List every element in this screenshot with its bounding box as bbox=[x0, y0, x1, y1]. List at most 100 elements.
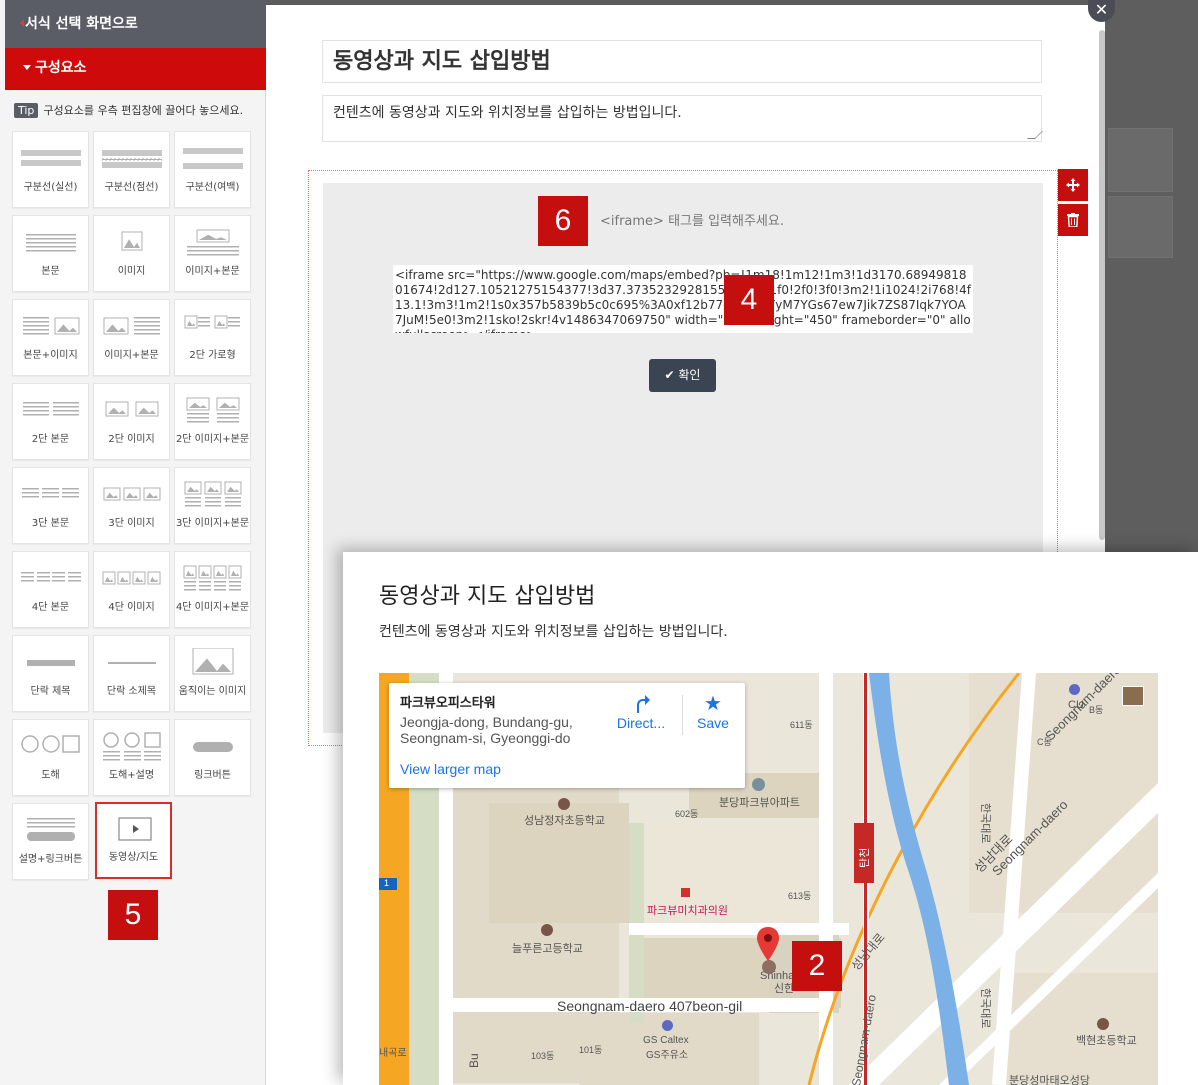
directions-button[interactable]: Direct... bbox=[613, 693, 669, 731]
address-line-1: Jeongja-dong, Bundang-gu, bbox=[400, 714, 573, 730]
map-label-gas1: GS Caltex bbox=[643, 1035, 689, 1046]
text-image-icon bbox=[23, 317, 80, 335]
delete-block-button[interactable] bbox=[1058, 204, 1088, 236]
confirm-label: 확인 bbox=[678, 368, 701, 382]
component-tile[interactable]: 4단 이미지+본문 bbox=[174, 551, 251, 628]
preview-description: 컨텐츠에 동영상과 지도와 위치정보를 삽입하는 방법입니다. bbox=[379, 624, 728, 640]
component-tile[interactable]: 구분선(여백) bbox=[174, 131, 251, 208]
trash-icon bbox=[1067, 213, 1079, 227]
component-tile[interactable]: 3단 이미지 bbox=[93, 467, 170, 544]
resize-grip-icon[interactable] bbox=[1027, 131, 1043, 139]
check-icon: ✔ bbox=[664, 368, 675, 382]
component-tile[interactable]: 이미지 bbox=[93, 215, 170, 292]
map-label-school3: 백현초등학교 bbox=[1076, 1035, 1137, 1047]
component-tile-label: 3단 본문 bbox=[31, 518, 70, 529]
component-tile[interactable]: 단락 제목 bbox=[12, 635, 89, 712]
component-tile[interactable]: 2단 이미지+본문 bbox=[174, 383, 251, 460]
component-tile[interactable]: 2단 이미지 bbox=[93, 383, 170, 460]
save-label: Save bbox=[697, 715, 729, 731]
paragraph-title-icon bbox=[27, 660, 75, 666]
component-tile[interactable]: 본문+이미지 bbox=[12, 299, 89, 376]
component-tile[interactable]: 4단 본문 bbox=[12, 551, 89, 628]
components-section-toggle[interactable]: 구성요소 bbox=[5, 48, 266, 90]
tip-text: 구성요소를 우측 편집창에 끌어다 놓으세요. bbox=[43, 104, 244, 117]
component-tile[interactable]: 2단 가로형 bbox=[174, 299, 251, 376]
save-place-button[interactable]: ★ Save bbox=[689, 693, 737, 731]
component-tile[interactable]: 이미지+본문 bbox=[174, 215, 251, 292]
map-label-church: 분당성마태오성당 bbox=[1009, 1075, 1090, 1085]
component-tile-label: 3단 이미지 bbox=[108, 518, 155, 529]
tip-message: Tip 구성요소를 우측 편집창에 끌어다 놓으세요. bbox=[14, 102, 243, 118]
three-col-image-text-icon bbox=[184, 481, 242, 507]
component-tile[interactable]: 링크버튼 bbox=[174, 719, 251, 796]
image-text-side-icon bbox=[103, 317, 160, 335]
diagram-icon bbox=[21, 735, 80, 753]
back-label: 서식 선택 화면으로 bbox=[25, 16, 138, 32]
component-tile-label: 본문+이미지 bbox=[23, 350, 78, 361]
preview-title: 동영상과 지도 삽입방법 bbox=[379, 584, 596, 609]
school-marker-icon bbox=[558, 798, 570, 810]
component-tile-label: 이미지+본문 bbox=[185, 266, 240, 277]
component-tile[interactable]: 도해 bbox=[12, 719, 89, 796]
map-label-school2: 늘푸른고등학교 bbox=[512, 943, 583, 955]
star-icon: ★ bbox=[704, 693, 722, 715]
component-tile-label: 설명+링크버튼 bbox=[18, 854, 83, 865]
component-tile-label: 단락 제목 bbox=[30, 686, 71, 697]
iframe-code-textarea[interactable]: <iframe src="https://www.google.com/maps… bbox=[393, 265, 973, 333]
component-tile[interactable]: 구분선(점선) bbox=[93, 131, 170, 208]
component-tile[interactable]: 3단 본문 bbox=[12, 467, 89, 544]
title-input[interactable]: 동영상과 지도 삽입방법 bbox=[322, 40, 1042, 83]
map-label-b613: 613동 bbox=[788, 891, 812, 901]
map-label-b101: 101동 bbox=[579, 1045, 603, 1055]
school-marker-icon bbox=[1097, 1018, 1109, 1030]
component-tile[interactable]: 도해+설명 bbox=[93, 719, 170, 796]
component-tile-label: 구분선(여백) bbox=[185, 182, 240, 193]
solid-divider-icon bbox=[21, 150, 81, 166]
three-col-text-icon bbox=[22, 488, 79, 498]
place-address: Jeongja-dong, Bundang-gu, Seongnam-si, G… bbox=[400, 714, 595, 746]
component-tile[interactable]: 3단 이미지+본문 bbox=[174, 467, 251, 544]
component-tile-label: 이미지 bbox=[117, 266, 146, 277]
desc-link-button-icon bbox=[27, 818, 75, 841]
back-to-templates-button[interactable]: 서식 선택 화면으로 bbox=[5, 0, 266, 48]
component-tile-label: 4단 이미지 bbox=[108, 602, 155, 613]
modal-scrollbar[interactable] bbox=[1099, 30, 1105, 540]
component-tile[interactable]: 이미지+본문 bbox=[93, 299, 170, 376]
component-tile-label: 2단 이미지 bbox=[108, 434, 155, 445]
component-tile[interactable]: 동영상/지도 bbox=[95, 802, 172, 879]
component-tile-label: 동영상/지도 bbox=[108, 852, 159, 863]
component-tile[interactable]: 설명+링크버튼 bbox=[12, 803, 89, 880]
section-label: 구성요소 bbox=[35, 60, 87, 76]
component-tile-label: 2단 이미지+본문 bbox=[175, 434, 250, 445]
bank-marker-icon bbox=[762, 960, 776, 974]
link-button-icon bbox=[193, 742, 233, 752]
view-larger-map-link[interactable]: View larger map bbox=[400, 761, 501, 777]
paragraph-subtitle-icon bbox=[108, 662, 156, 664]
two-col-image-text-icon bbox=[186, 397, 240, 423]
place-name: 파크뷰오피스타워 bbox=[400, 696, 496, 711]
component-tile[interactable]: 4단 이미지 bbox=[93, 551, 170, 628]
user-avatar bbox=[1122, 686, 1144, 706]
component-tile-label: 4단 본문 bbox=[31, 602, 70, 613]
component-tile[interactable]: 2단 본문 bbox=[12, 383, 89, 460]
component-tile-label: 구분선(실선) bbox=[23, 182, 78, 193]
animated-image-icon bbox=[192, 648, 234, 675]
address-line-2: Seongnam-si, Gyeonggi-do bbox=[400, 730, 571, 746]
description-value: 컨텐츠에 동영상과 지도와 위치정보를 삽입하는 방법입니다. bbox=[333, 105, 682, 121]
four-col-image-icon bbox=[102, 571, 161, 585]
four-col-image-text-icon bbox=[183, 565, 242, 591]
apartment-marker-icon bbox=[752, 778, 765, 791]
component-tile[interactable]: 본문 bbox=[12, 215, 89, 292]
move-block-button[interactable] bbox=[1058, 169, 1088, 201]
description-textarea[interactable]: 컨텐츠에 동영상과 지도와 위치정보를 삽입하는 방법입니다. bbox=[322, 95, 1043, 142]
component-tile[interactable]: 움직이는 이미지 bbox=[174, 635, 251, 712]
component-tile[interactable]: 구분선(실선) bbox=[12, 131, 89, 208]
two-col-text-icon bbox=[23, 402, 79, 416]
four-col-text-icon bbox=[21, 572, 81, 582]
two-col-image-icon bbox=[105, 401, 159, 417]
confirm-button[interactable]: ✔ 확인 bbox=[649, 359, 716, 392]
component-tile[interactable]: 단락 소제목 bbox=[93, 635, 170, 712]
block-tools bbox=[1058, 169, 1088, 239]
component-tile-label: 본문 bbox=[41, 266, 60, 277]
school-marker-icon bbox=[541, 924, 553, 936]
